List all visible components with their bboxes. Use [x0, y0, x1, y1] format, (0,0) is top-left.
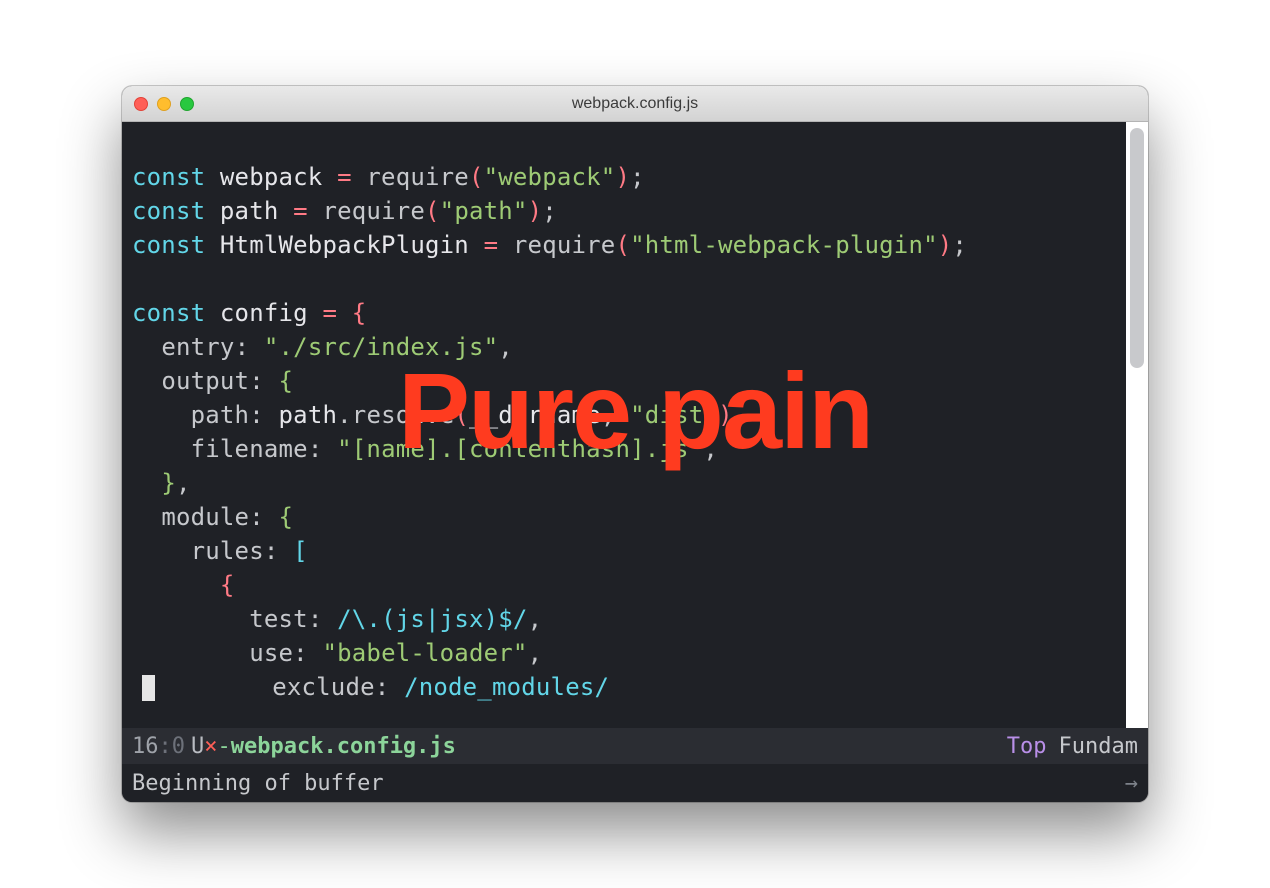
major-mode: Fundam	[1059, 734, 1138, 759]
code-content[interactable]: const webpack = require("webpack"); cons…	[122, 122, 1148, 704]
zoom-icon[interactable]	[180, 97, 194, 111]
code-line: module: {	[132, 503, 293, 531]
modeline: 16: 0 U×-webpack.config.js Top Fundam	[122, 728, 1148, 764]
minibuffer[interactable]: Beginning of buffer →	[122, 764, 1148, 802]
titlebar: webpack.config.js	[122, 86, 1148, 122]
line-number: 16	[132, 734, 159, 759]
code-line: rules: [	[132, 537, 308, 565]
scroll-position: Top	[1007, 734, 1047, 759]
code-line: test: /\.(js|jsx)$/,	[132, 605, 542, 633]
code-line: },	[132, 469, 191, 497]
editor-area[interactable]: const webpack = require("webpack"); cons…	[122, 122, 1148, 728]
column-number: 0	[172, 734, 185, 759]
code-line: use: "babel-loader",	[132, 639, 542, 667]
continuation-arrow-icon: →	[1125, 771, 1138, 796]
buffer-filename: webpack.config.js	[231, 734, 456, 759]
encoding-indicator: U	[191, 734, 204, 759]
editor-window: webpack.config.js const webpack = requir…	[122, 86, 1148, 802]
minimize-icon[interactable]	[157, 97, 171, 111]
code-line: path: path.resolve(__dirname, "dist"),	[132, 401, 747, 429]
modeline-dash: -	[218, 734, 231, 759]
scrollbar-thumb[interactable]	[1130, 128, 1144, 368]
modified-icon: ×	[204, 734, 217, 759]
traffic-lights	[134, 97, 194, 111]
code-line: filename: "[name].[contenthash].js",	[132, 435, 718, 463]
code-line: const webpack = require("webpack");	[132, 163, 645, 191]
code-line: const path = require("path");	[132, 197, 557, 225]
close-icon[interactable]	[134, 97, 148, 111]
window-title: webpack.config.js	[122, 95, 1148, 113]
scrollbar-track[interactable]	[1126, 122, 1148, 728]
code-line: {	[132, 571, 235, 599]
line-col-sep: :	[159, 734, 172, 759]
minibuffer-text: Beginning of buffer	[132, 771, 384, 796]
code-line: const HtmlWebpackPlugin = require("html-…	[132, 231, 967, 259]
code-line: exclude: /node_modules/	[132, 673, 609, 701]
code-line: entry: "./src/index.js",	[132, 333, 513, 361]
code-line: const config = {	[132, 299, 366, 327]
code-line: output: {	[132, 367, 293, 395]
